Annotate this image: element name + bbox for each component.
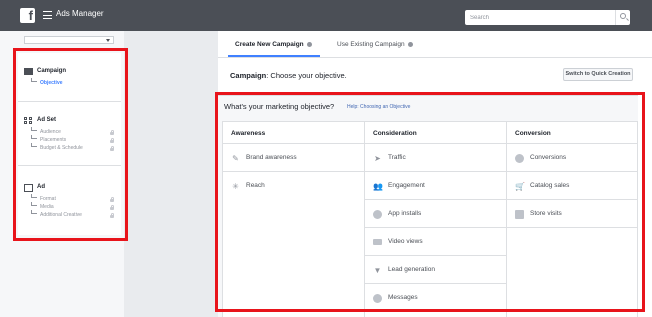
objective-prompt-label: Campaign — [230, 71, 267, 80]
objective-label: Conversions — [530, 154, 567, 161]
column-header: Consideration — [365, 122, 506, 144]
campaign-structure-panel: Campaign Objective Ad Set Audience Place… — [18, 53, 121, 235]
switch-to-quick-creation-button[interactable]: Switch to Quick Creation — [563, 68, 633, 81]
tree-connector — [31, 143, 37, 147]
app-icon — [373, 210, 382, 219]
objective-conversions[interactable]: Conversions — [507, 144, 637, 172]
lock-icon — [110, 196, 114, 202]
facebook-logo-icon[interactable]: f — [20, 8, 35, 23]
objective-label: Brand awareness — [246, 154, 297, 161]
column-awareness: Awareness ✎ Brand awareness ✳ Reach — [223, 122, 365, 317]
objective-label: Engagement — [388, 182, 425, 189]
lock-icon — [110, 204, 114, 210]
objective-prompt-text: : Choose your objective. — [266, 71, 347, 80]
gutter — [124, 31, 218, 317]
campaign-section: Campaign Objective — [18, 53, 121, 102]
objective-brand-awareness[interactable]: ✎ Brand awareness — [223, 144, 364, 172]
lock-icon — [110, 129, 114, 135]
tab-label: Use Existing Campaign — [337, 41, 405, 48]
objective-heading: What's your marketing objective? — [224, 102, 335, 111]
chat-icon — [373, 294, 382, 303]
objective-label: Traffic — [388, 154, 406, 161]
ad-section: Ad Format Media Additional Creative — [18, 166, 121, 235]
objective-engagement[interactable]: 👥 Engagement — [365, 172, 506, 200]
objective-label: Store visits — [530, 210, 562, 217]
objective-messages[interactable]: Messages — [365, 284, 506, 312]
hamburger-menu-icon[interactable] — [43, 11, 52, 19]
column-header: Awareness — [223, 122, 364, 144]
account-selector[interactable] — [24, 36, 114, 44]
objective-traffic[interactable]: ➤ Traffic — [365, 144, 506, 172]
ad-square-icon — [24, 184, 33, 192]
objective-prompt: Campaign: Choose your objective. — [230, 71, 347, 80]
objective-label: Lead generation — [388, 266, 435, 273]
sidebar-item-audience[interactable]: Audience — [40, 129, 61, 135]
campaign-tabs: Create New Campaign Use Existing Campaig… — [218, 31, 652, 58]
column-header: Conversion — [507, 122, 637, 144]
column-consideration: Consideration ➤ Traffic 👥 Engagement App… — [365, 122, 507, 317]
objective-video-views[interactable]: Video views — [365, 228, 506, 256]
tree-connector — [31, 127, 37, 131]
objective-catalog-sales[interactable]: 🛒 Catalog sales — [507, 172, 637, 200]
section-title-ad-set[interactable]: Ad Set — [37, 117, 56, 123]
sidebar-item-additional-creative[interactable]: Additional Creative — [40, 212, 82, 218]
lock-icon — [110, 137, 114, 143]
active-tab-indicator — [228, 55, 320, 57]
section-title-ad[interactable]: Ad — [37, 184, 45, 190]
tree-connector — [31, 210, 37, 214]
tab-create-new-campaign[interactable]: Create New Campaign — [235, 41, 312, 48]
objective-label: App installs — [388, 210, 422, 217]
main-content: Create New Campaign Use Existing Campaig… — [218, 31, 652, 317]
reach-icon: ✳ — [232, 182, 239, 191]
grid-icon — [24, 117, 33, 124]
top-bar: f Ads Manager — [0, 0, 652, 31]
objective-table: Awareness ✎ Brand awareness ✳ Reach Cons… — [222, 121, 638, 317]
search-icon — [620, 13, 626, 19]
video-icon — [373, 239, 382, 245]
objective-app-installs[interactable]: App installs — [365, 200, 506, 228]
megaphone-icon: ✎ — [232, 154, 239, 163]
search-input[interactable] — [465, 10, 615, 25]
column-conversion: Conversion Conversions 🛒 Catalog sales S… — [507, 122, 637, 317]
objective-label: Reach — [246, 182, 265, 189]
chevron-down-icon — [106, 39, 110, 42]
tree-connector — [31, 202, 37, 206]
objective-reach[interactable]: ✳ Reach — [223, 172, 364, 200]
search-button[interactable] — [615, 10, 630, 25]
objective-lead-generation[interactable]: ▼ Lead generation — [365, 256, 506, 284]
tree-connector — [31, 194, 37, 198]
folder-icon — [24, 68, 33, 75]
app-title: Ads Manager — [56, 9, 104, 18]
objective-panel: What's your marketing objective? Help: C… — [218, 95, 638, 317]
search-box[interactable] — [465, 10, 630, 25]
cart-icon: 🛒 — [515, 182, 525, 191]
sidebar-item-budget-schedule[interactable]: Budget & Schedule — [40, 145, 83, 151]
lock-icon — [110, 212, 114, 218]
tree-connector — [31, 78, 37, 82]
sidebar-item-objective[interactable]: Objective — [40, 80, 63, 86]
cursor-icon: ➤ — [374, 154, 381, 163]
info-icon — [306, 41, 312, 47]
section-title-campaign[interactable]: Campaign — [37, 68, 66, 74]
lock-icon — [110, 145, 114, 151]
store-icon — [515, 210, 524, 219]
tree-connector — [31, 135, 37, 139]
help-link[interactable]: Help: Choosing an Objective — [347, 104, 410, 110]
funnel-icon: ▼ — [373, 266, 382, 275]
objective-label: Messages — [388, 294, 418, 301]
objective-label: Video views — [388, 238, 423, 245]
tab-use-existing-campaign[interactable]: Use Existing Campaign — [337, 41, 413, 48]
tab-label: Create New Campaign — [235, 41, 304, 48]
objective-label: Catalog sales — [530, 182, 570, 189]
sidebar-item-format[interactable]: Format — [40, 196, 56, 202]
globe-icon — [515, 154, 524, 163]
sidebar-item-placements[interactable]: Placements — [40, 137, 66, 143]
people-icon: 👥 — [373, 182, 383, 191]
info-icon — [407, 41, 413, 47]
objective-store-visits[interactable]: Store visits — [507, 200, 637, 228]
ad-set-section: Ad Set Audience Placements Budget & Sche… — [18, 102, 121, 166]
sidebar-item-media[interactable]: Media — [40, 204, 54, 210]
